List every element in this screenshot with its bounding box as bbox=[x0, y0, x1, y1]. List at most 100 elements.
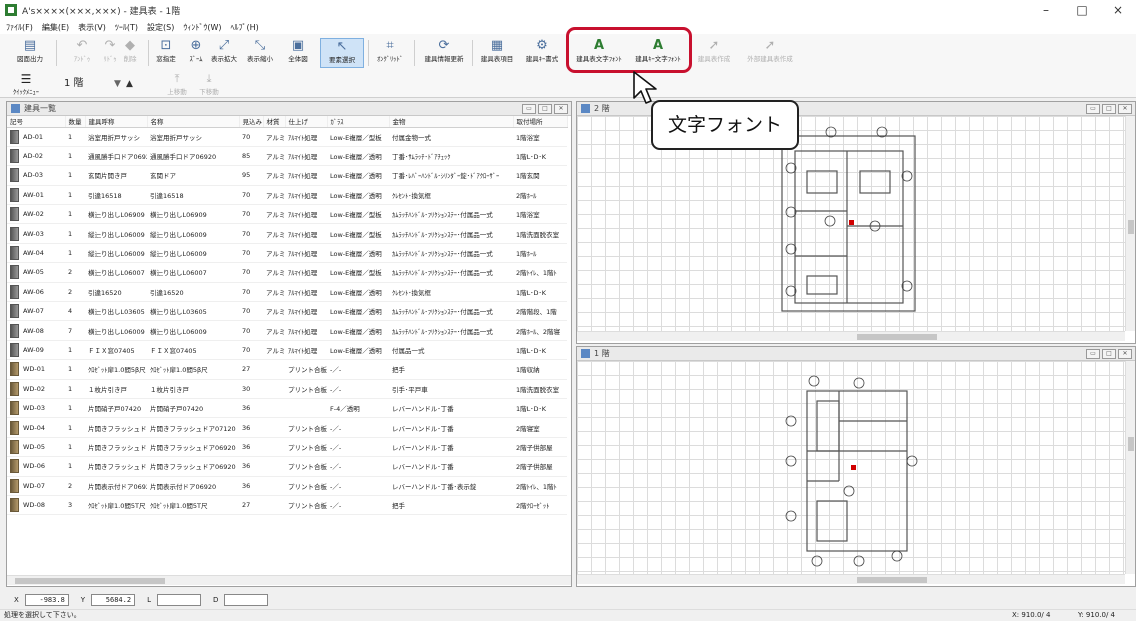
column-header[interactable]: 取付場所 bbox=[513, 116, 568, 128]
floor1-vscrollbar[interactable] bbox=[1125, 361, 1135, 574]
column-header[interactable]: 見込み bbox=[239, 116, 264, 128]
panel-maximize-button[interactable]: □ bbox=[1102, 104, 1116, 114]
door-code: WD-08 bbox=[23, 501, 46, 510]
update-info-button[interactable]: ⟳ 建具情報更新 bbox=[418, 38, 470, 68]
table-cell: アルミ bbox=[263, 204, 285, 225]
menu-window[interactable]: ｳｨﾝﾄﾞｳ(W) bbox=[183, 22, 221, 33]
column-header[interactable]: 数量 bbox=[65, 116, 86, 128]
floor-up-button[interactable]: ▲ bbox=[126, 72, 146, 96]
door-code: WD-05 bbox=[23, 442, 46, 451]
table-row[interactable]: AW-06 2 引違16520 引違16520 70 アルミ ｱﾙﾏｲﾄ処理 Low-E複層／… bbox=[7, 282, 567, 303]
table-cell: 2 bbox=[65, 282, 85, 303]
move-up-button[interactable]: ⤒ 上移動 bbox=[162, 72, 192, 96]
length-field[interactable] bbox=[156, 593, 201, 606]
delete-button[interactable]: ◆ 削除 bbox=[112, 38, 148, 68]
zoom-in-button[interactable]: ⤢ 表示拡大 bbox=[204, 38, 244, 68]
scroll-thumb[interactable] bbox=[15, 578, 165, 584]
panel-close-button[interactable]: ✕ bbox=[554, 104, 568, 114]
status-message: 処理を選択して下さい。 bbox=[4, 611, 81, 619]
table-row[interactable]: AW-05 2 横辷り出しL06007 横辷り出しL06007 70 アルミ ｱﾙﾏｲﾄ処理… bbox=[7, 262, 567, 283]
scroll-thumb[interactable] bbox=[857, 334, 937, 340]
move-down-button[interactable]: ⤓ 下移動 bbox=[194, 72, 224, 96]
table-row[interactable]: WD-03 1 片開硝子戸07420 片開硝子戸07420 36 F-4／透明 レバーハンド… bbox=[7, 398, 567, 419]
floor2-hscrollbar[interactable] bbox=[577, 331, 1125, 341]
table-cell: 70 bbox=[239, 204, 263, 225]
table-cell: 丁番･ﾚﾊﾞｰﾊﾝﾄﾞﾙ･ｼﾘﾝﾀﾞｰ錠･ﾄﾞｱｸﾛｰｻﾞｰ bbox=[389, 165, 513, 186]
scroll-thumb[interactable] bbox=[1128, 220, 1134, 234]
floor2-vscrollbar[interactable] bbox=[1125, 116, 1135, 331]
table-row[interactable]: AW-09 1 ＦＩＸ窓07405 ＦＩＸ窓07405 70 アルミ ｱﾙﾏｲﾄ処理 Low-… bbox=[7, 340, 567, 361]
menu-file[interactable]: ﾌｧｲﾙ(F) bbox=[6, 22, 33, 33]
table-row[interactable]: AD-021通風勝手口ドア06920通風勝手口ドア0692085アルミｱﾙﾏｲﾄ… bbox=[7, 146, 567, 167]
table-row[interactable]: AW-08 7 横辷り出しL06009 横辷り出しL06009 70 アルミ ｱﾙﾏｲﾄ処理… bbox=[7, 320, 567, 341]
x-coordinate-field[interactable]: -983.8 bbox=[24, 593, 69, 606]
scroll-thumb[interactable] bbox=[1128, 437, 1134, 451]
door-icon bbox=[10, 187, 19, 202]
table-row[interactable]: WD-041片開きフラッシュドア07120片開きフラッシュドア0712036プリ… bbox=[7, 417, 567, 438]
column-header[interactable]: 記号 bbox=[7, 116, 66, 128]
panel-minimize-button[interactable]: ▭ bbox=[522, 104, 536, 114]
minimize-button[interactable]: – bbox=[1028, 0, 1064, 20]
panel-maximize-button[interactable]: □ bbox=[538, 104, 552, 114]
whole-view-button[interactable]: ▣ 全体図 bbox=[280, 38, 316, 68]
column-header[interactable]: 仕上げ bbox=[285, 116, 328, 128]
panel-close-button[interactable]: ✕ bbox=[1118, 349, 1132, 359]
table-row[interactable]: WD-01 1 ｸﾛｾﾞｯﾄ扉1.0間5β尺 ｸﾛｾﾞｯﾄ扉1.0間5β尺 27 プリント… bbox=[7, 359, 567, 380]
table-row[interactable]: AD-03 1 玄関片開き戸 玄関ドア 95 アルミ ｱﾙﾏｲﾄ処理 Low-E複層／透明 丁番… bbox=[7, 165, 567, 186]
table-row[interactable]: AD-01 1 浴室用折戸サッシ 浴室用折戸サッシ 70 アルミ ｱﾙﾏｲﾄ処理 Low-E複… bbox=[7, 127, 567, 147]
table-row[interactable]: WD-051片開きフラッシュドア06920片開きフラッシュドア0692036プリ… bbox=[7, 437, 567, 458]
select-element-button[interactable]: ↖ 要素選択 bbox=[320, 38, 364, 68]
close-button[interactable]: × bbox=[1100, 0, 1136, 20]
menu-help[interactable]: ﾍﾙﾌﾟ(H) bbox=[230, 22, 258, 33]
quick-menu-button[interactable]: ☰ ｸｲｯｸﾒﾆｭｰ bbox=[6, 72, 46, 96]
floor1-drawing-canvas[interactable] bbox=[577, 361, 1125, 576]
table-items-button[interactable]: ▦ 建具表項目 bbox=[474, 38, 520, 68]
scroll-thumb[interactable] bbox=[857, 577, 927, 583]
column-header[interactable]: 金物 bbox=[389, 116, 514, 128]
print-button[interactable]: ▤ 図面出力 bbox=[6, 38, 54, 68]
door-code: WD-04 bbox=[23, 423, 46, 432]
panel-minimize-button[interactable]: ▭ bbox=[1086, 104, 1100, 114]
table-row[interactable]: AW-04 1 縦辷り出しL06009 縦辷り出しL06009 70 アルミ ｱﾙﾏｲﾄ処理… bbox=[7, 243, 567, 264]
menu-settings[interactable]: 設定(S) bbox=[147, 22, 174, 33]
table-cell: 片開きフラッシュドア06920 bbox=[147, 437, 239, 458]
maximize-button[interactable]: □ bbox=[1064, 0, 1100, 20]
list-hscrollbar[interactable] bbox=[7, 575, 571, 585]
table-row[interactable]: AW-07 4 横辷り出しL03605 横辷り出しL03605 70 アルミ ｱﾙﾏｲﾄ処理… bbox=[7, 301, 567, 322]
status-bar: 処理を選択して下さい。 X: 910.0/ 4 Y: 910.0/ 4 bbox=[0, 609, 1136, 621]
table-cell: AW-01 bbox=[7, 185, 65, 206]
panel-minimize-button[interactable]: ▭ bbox=[1086, 349, 1100, 359]
panel-close-button[interactable]: ✕ bbox=[1118, 104, 1132, 114]
direction-field[interactable] bbox=[224, 593, 269, 606]
on-grid-button[interactable]: ⌗ ｵﾝｸﾞﾘｯﾄﾞ bbox=[370, 38, 410, 68]
table-row[interactable]: WD-02 1 １枚片引き戸 １枚片引き戸 30 プリント合板 -／- 引手･平戸車 1階洗面脱… bbox=[7, 379, 567, 399]
column-header[interactable]: 名称 bbox=[147, 116, 240, 128]
table-cell: AW-04 bbox=[7, 243, 65, 264]
table-row[interactable]: AW-02 1 横辷り出しL06909 横辷り出しL06909 70 アルミ ｱﾙﾏｲﾄ処理… bbox=[7, 204, 567, 225]
zoom-out-button[interactable]: ⤡ 表示縮小 bbox=[240, 38, 280, 68]
arrow-down-icon: ⤓ bbox=[206, 72, 212, 85]
column-header[interactable]: 建具呼称 bbox=[85, 116, 148, 128]
table-row[interactable]: WD-072片開表示付ドア06920片開表示付ドア0692036プリント合板-／… bbox=[7, 476, 567, 496]
table-row[interactable]: WD-08 3 ｸﾛｾﾞｯﾄ扉1.0間5T尺 ｸﾛｾﾞｯﾄ扉1.0間5T尺 27 プリント… bbox=[7, 495, 567, 516]
table-cell: ｱﾙﾏｲﾄ処理 bbox=[285, 282, 327, 303]
table-cell: 1 bbox=[65, 456, 85, 477]
floor1-hscrollbar[interactable] bbox=[577, 574, 1125, 584]
menu-view[interactable]: 表示(V) bbox=[78, 22, 106, 33]
column-header[interactable]: ｶﾞﾗｽ bbox=[327, 116, 390, 128]
column-header[interactable]: 材質 bbox=[263, 116, 286, 128]
table-cell: ｶﾑﾗｯﾁﾊﾝﾄﾞﾙ･ﾌﾘｸｼｮﾝｽﾃｰ･付属品一式 bbox=[389, 301, 513, 322]
create-external-table-button[interactable]: ➚ 外部建具表作成 bbox=[738, 38, 802, 68]
eraser-icon: ◆ bbox=[125, 38, 135, 53]
key-format-button[interactable]: ⚙ 建具ｷｰ書式 bbox=[520, 38, 564, 68]
create-table-button[interactable]: ➚ 建具表作成 bbox=[692, 38, 736, 68]
table-row[interactable]: WD-061片開きフラッシュドア06920片開きフラッシュドア0692036プリ… bbox=[7, 456, 567, 477]
table-row[interactable]: AW-03 1 縦辷り出しL06009 縦辷り出しL06009 70 アルミ ｱﾙﾏｲﾄ処理… bbox=[7, 223, 567, 244]
door-icon bbox=[10, 265, 19, 280]
panel-maximize-button[interactable]: □ bbox=[1102, 349, 1116, 359]
menu-tools[interactable]: ﾂｰﾙ(T) bbox=[115, 22, 138, 33]
table-row[interactable]: AW-01 1 引違16518 引違16518 70 アルミ ｱﾙﾏｲﾄ処理 Low-E複層／… bbox=[7, 185, 567, 206]
table-cell: 70 bbox=[239, 301, 263, 322]
menu-edit[interactable]: 編集(E) bbox=[42, 22, 69, 33]
y-coordinate-field[interactable]: 5684.2 bbox=[91, 593, 136, 606]
